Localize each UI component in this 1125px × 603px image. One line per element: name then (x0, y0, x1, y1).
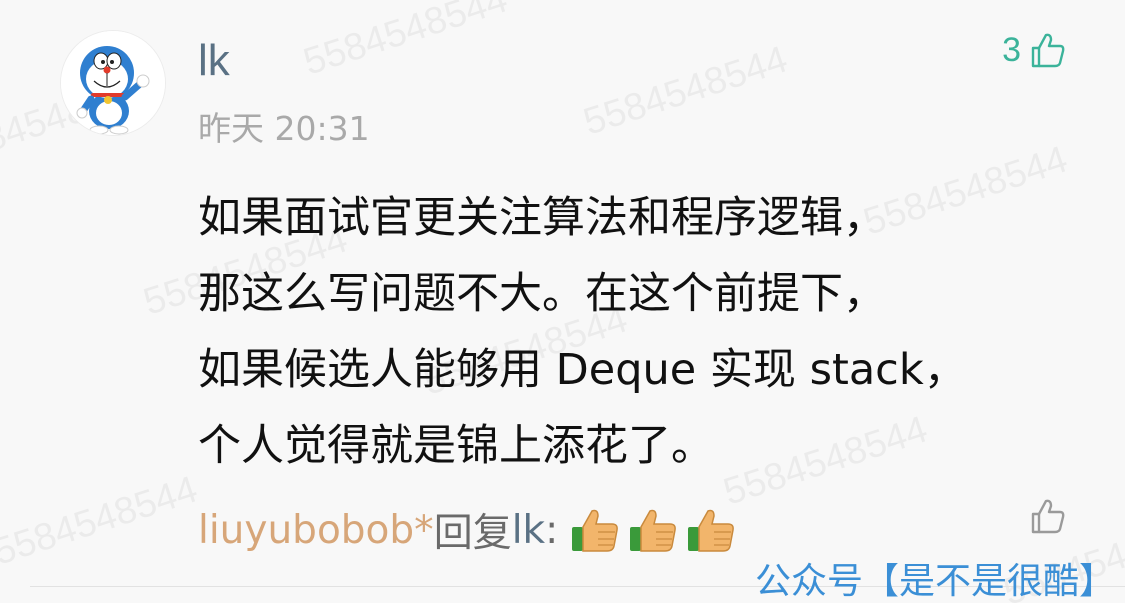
comment-line: 个人觉得就是锦上添花了。 (198, 421, 714, 471)
like-count: 3 (1002, 30, 1021, 69)
comment-username[interactable]: lk (198, 36, 230, 86)
reply-author[interactable]: liuyubobob* (198, 508, 434, 553)
reply-row[interactable]: liuyubobob* 回复 lk : (198, 498, 742, 562)
thumbs-up-icon (572, 509, 619, 552)
thumbs-up-icon (630, 509, 677, 552)
source-watermark: 公众号【是不是很酷】 (754, 561, 1115, 602)
comment-line: 如果面试官更关注算法和程序逻辑， (198, 193, 886, 243)
comment-line: 那这么写问题不大。在这个前提下， (198, 269, 886, 319)
reply-colon: : (545, 507, 559, 553)
comment-screen: 5584548544 5584548544 5584548544 5584548… (0, 0, 1125, 603)
thumbs-up-outline-icon (1031, 499, 1065, 534)
comment-line: 如果候选人能够用 Deque 实现 stack， (198, 345, 967, 395)
reply-like-button[interactable] (1027, 496, 1067, 540)
comment-like-button[interactable]: 3 (1002, 30, 1067, 70)
watermark: 5584548544 (0, 468, 203, 574)
reply-verb: 回复 (433, 511, 512, 556)
watermark: 5584548544 (578, 38, 793, 144)
reply-target[interactable]: lk (512, 508, 545, 553)
watermark: 5584548544 (298, 0, 513, 84)
user-avatar[interactable] (60, 30, 166, 136)
thumbs-up-outline-icon (1031, 33, 1065, 68)
comment-timestamp: 昨天 20:31 (198, 109, 370, 148)
comment-body: 如果面试官更关注算法和程序逻辑， 那这么写问题不大。在这个前提下， 如果候选人能… (198, 180, 1078, 484)
thumbs-up-icon (688, 509, 735, 552)
doraemon-avatar-icon (61, 31, 165, 135)
